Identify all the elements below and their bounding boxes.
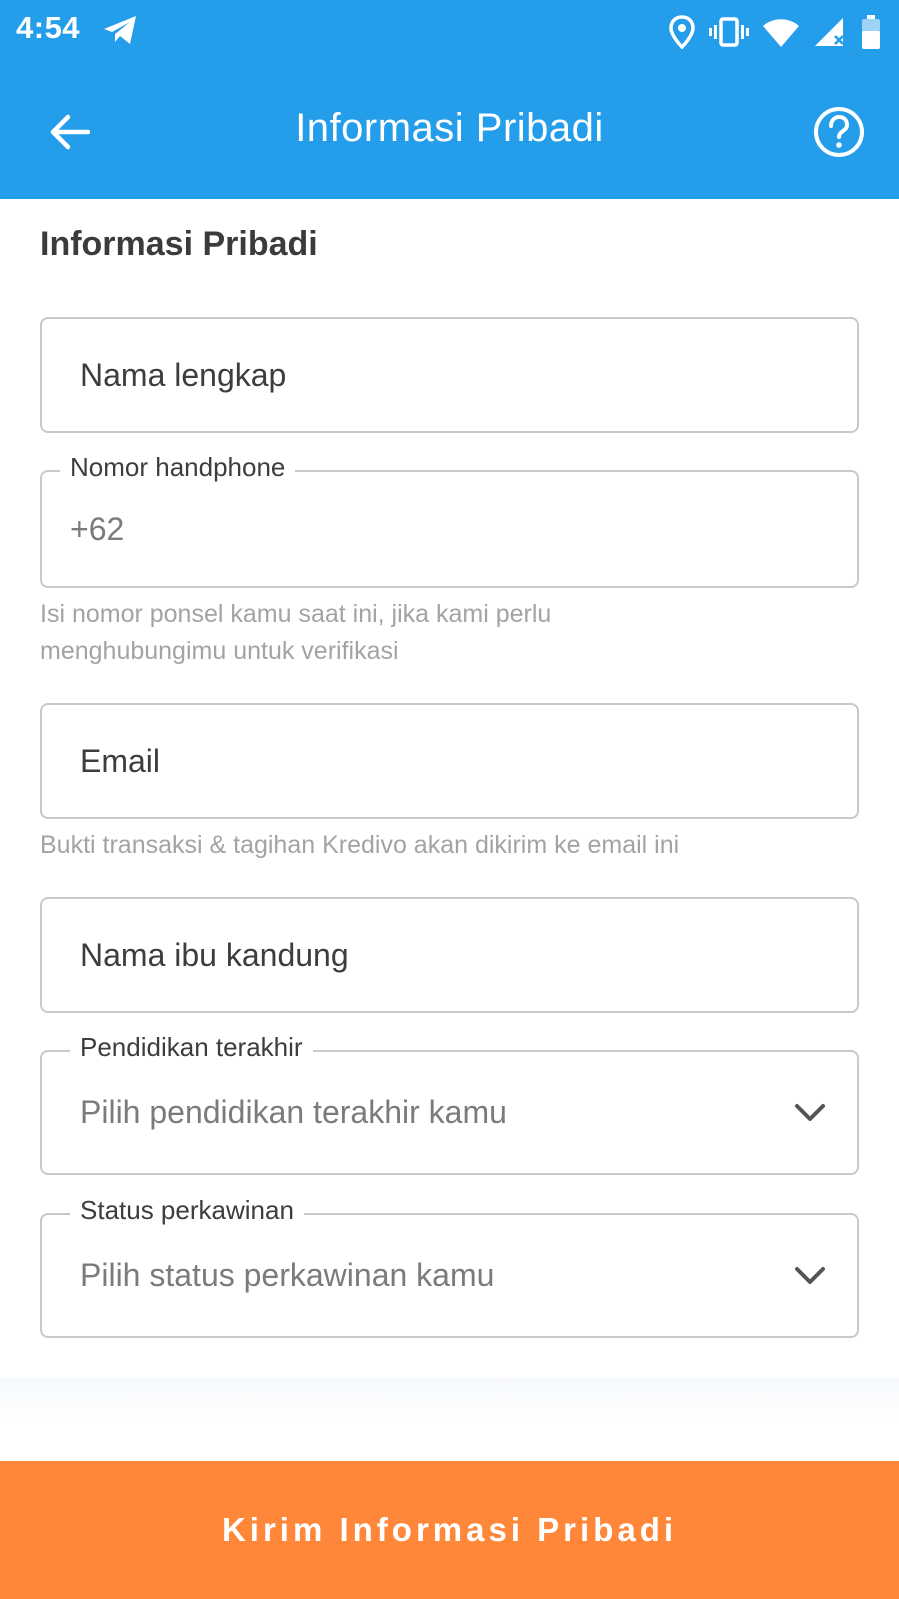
screen: 4:54 Informasi Pribadi Informasi Pribadi… xyxy=(0,0,899,1599)
wifi-icon xyxy=(763,19,799,47)
signal-icon xyxy=(815,18,844,46)
location-icon xyxy=(669,15,695,49)
page-title: Informasi Pribadi xyxy=(295,106,604,150)
app-bar: Informasi Pribadi xyxy=(0,64,899,199)
status-time: 4:54 xyxy=(16,10,81,45)
status-icons xyxy=(669,12,881,52)
education-select[interactable]: Pendidikan terakhir Pilih pendidikan ter… xyxy=(40,1032,859,1175)
education-value[interactable]: Pilih pendidikan terakhir kamu xyxy=(80,1052,777,1173)
full-name-field[interactable]: Nama lengkap xyxy=(40,317,859,433)
help-circle-icon xyxy=(814,107,864,157)
phone-input[interactable]: +62 xyxy=(70,472,777,586)
chevron-down-icon xyxy=(795,1266,825,1284)
mother-name-field[interactable]: Nama ibu kandung xyxy=(40,897,859,1013)
email-field[interactable]: Email xyxy=(40,703,859,819)
bottom-divider xyxy=(0,1378,899,1428)
battery-icon xyxy=(862,15,880,49)
email-helper-text: Bukti transaksi & tagihan Kredivo akan d… xyxy=(40,831,680,859)
vibrate-icon xyxy=(709,17,749,47)
full-name-input[interactable]: Nama lengkap xyxy=(80,319,777,431)
help-button[interactable] xyxy=(811,104,867,160)
phone-field[interactable]: Nomor handphone +62 xyxy=(40,452,859,588)
marital-status-value[interactable]: Pilih status perkawinan kamu xyxy=(80,1215,777,1336)
form-content: Informasi Pribadi Nama lengkap Nomor han… xyxy=(0,199,899,1399)
phone-helper-text: Isi nomor ponsel kamu saat ini, jika kam… xyxy=(40,600,552,665)
mother-name-input[interactable]: Nama ibu kandung xyxy=(80,899,777,1011)
status-bar: 4:54 xyxy=(0,0,899,64)
email-input[interactable]: Email xyxy=(80,705,777,817)
telegram-icon xyxy=(104,16,136,44)
submit-button[interactable]: Kirim Informasi Pribadi xyxy=(0,1461,899,1599)
top-bar: 4:54 Informasi Pribadi xyxy=(0,0,899,199)
section-heading: Informasi Pribadi xyxy=(40,225,318,263)
chevron-down-icon xyxy=(795,1103,825,1121)
marital-status-select[interactable]: Status perkawinan Pilih status perkawina… xyxy=(40,1195,859,1338)
